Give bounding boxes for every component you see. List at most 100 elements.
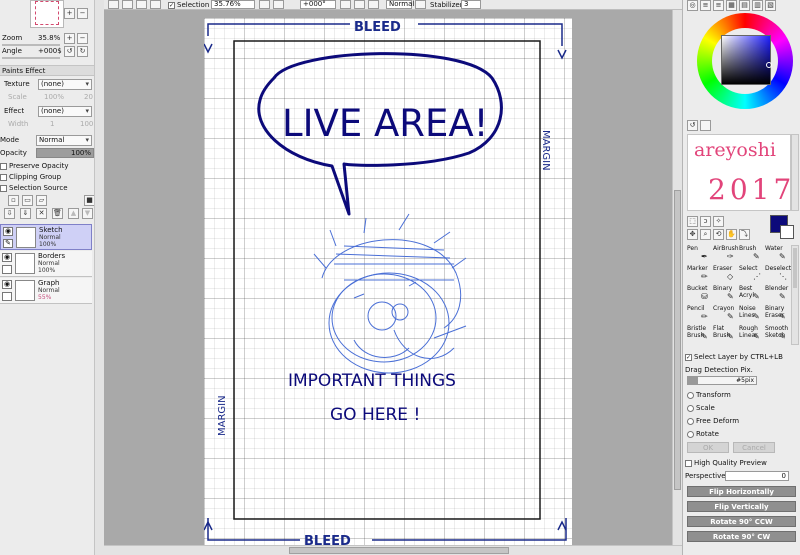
canvas-page[interactable]: BLEED BLEED MARGIN MARGIN LIVE AREA! IMP… [204,18,572,545]
selection-toggle[interactable]: ✓ Selection [168,0,209,10]
zoom-field[interactable]: 35.76% [211,0,255,9]
rotate-reset-icon[interactable] [354,0,365,9]
lock-box-icon[interactable] [2,292,12,301]
mode-select[interactable]: Normal [36,135,92,146]
move-tool-icon[interactable]: ✥ [687,229,698,240]
folder-icon[interactable]: ▱ [36,195,47,206]
color-grid-icon[interactable]: ▦ [726,0,737,11]
select-sub-icon[interactable] [150,0,161,9]
new-layer-icon[interactable]: ▫ [8,195,19,206]
palette-icon[interactable]: ▧ [765,0,776,11]
select-add-icon[interactable] [136,0,147,9]
effect-select[interactable]: (none) [38,106,92,117]
visibility-eye-icon[interactable]: ◉ [2,253,12,262]
high-quality-preview-option[interactable]: High Quality Preview [685,458,767,469]
tool-flat-brush[interactable]: Flat Brush ✎ [713,325,739,349]
user-swatch-icon[interactable]: ▤ [739,0,750,11]
scale-radio[interactable] [687,404,694,412]
merge-down-icon[interactable]: ⇓ [20,208,31,219]
layer-down-icon[interactable]: ▼ [82,208,93,219]
rotate-tool-icon[interactable]: ⟲ [713,229,724,240]
color-wheel-icon[interactable]: ◎ [687,0,698,11]
tool-grid-scroll-thumb[interactable] [793,248,797,288]
clear-layer-icon[interactable]: ✕ [36,208,47,219]
blend-mode-field[interactable]: Normal [386,0,414,9]
layer-up-icon[interactable]: ▲ [68,208,79,219]
horizontal-scroll-thumb[interactable] [289,547,509,554]
stabilizer-select[interactable]: 3 [461,0,481,9]
scratchpad-scrollbar[interactable] [791,134,799,211]
angle-field[interactable]: +000° [300,0,336,9]
rotate-cw-button[interactable]: Rotate 90° CW [687,531,796,542]
flip-horizontally-button[interactable]: Flip Horizontally [687,486,796,497]
drag-detection-slider[interactable]: #5pix [687,376,757,385]
navigator-thumbnail[interactable] [30,0,64,28]
zoom-out-button[interactable]: − [77,33,88,44]
canvas-area[interactable]: BLEED BLEED MARGIN MARGIN LIVE AREA! IMP… [104,10,682,545]
secondary-color-swatch[interactable] [780,225,794,239]
canvas-vertical-scrollbar[interactable] [672,10,682,545]
high-quality-preview-checkbox[interactable] [685,459,692,467]
magic-wand-icon[interactable]: ✧ [713,216,724,227]
layer-row-borders[interactable]: ◉ Borders Normal 100% [0,251,92,277]
eyedropper-icon[interactable]: ⤵ [739,229,750,240]
transparent-color-icon[interactable] [700,120,711,131]
zoom-value[interactable]: 35.8% [38,33,60,44]
preserve-opacity-option[interactable]: Preserve Opacity [0,161,69,172]
select-layer-checkbox[interactable]: ✓ [685,353,692,361]
saturation-value-square[interactable] [721,35,771,85]
tool-grid-scrollbar[interactable] [791,245,799,345]
hsv-slider-icon[interactable]: ≡ [713,0,724,11]
cancel-button[interactable]: Cancel [733,442,775,453]
hatching-icon[interactable] [415,0,426,9]
selection-checkbox[interactable]: ✓ [168,1,175,9]
rotate-right-button[interactable]: ↻ [77,46,88,57]
selection-tool-icon[interactable]: ⬚ [687,216,698,227]
left-panel-scrollbar[interactable] [94,0,104,555]
tool-smooth-sketch[interactable]: Smooth Sketch ✎ [765,325,791,349]
canvas-horizontal-scrollbar[interactable] [104,545,682,555]
preserve-opacity-checkbox[interactable] [0,162,7,170]
layer-row-graph[interactable]: ◉ Graph Normal 55% [0,278,92,304]
rotate-ccw-button[interactable]: Rotate 90° CCW [687,516,796,527]
angle-value[interactable]: +000$ [38,46,62,57]
rgb-slider-icon[interactable]: ≡ [700,0,711,11]
brush-lock-icon[interactable]: ✎ [3,239,13,248]
select-mode-icon[interactable] [122,0,133,9]
transform-option[interactable]: Transform [687,390,731,401]
angle-slider[interactable] [2,57,60,59]
hue-wheel[interactable] [697,13,793,109]
selection-source-option[interactable]: Selection Source [0,183,68,194]
zoom-in-button[interactable]: + [64,33,75,44]
perspective-field[interactable]: 0 [725,471,789,481]
free-deform-radio[interactable] [687,417,694,425]
texture-select[interactable]: (none) [38,79,92,90]
clipping-group-checkbox[interactable] [0,173,7,181]
rotate-left-button[interactable]: ↺ [64,46,75,57]
lock-box-icon[interactable] [2,265,12,274]
tool-rough-linear[interactable]: Rough Linear ✎ [739,325,765,349]
hand-tool-icon[interactable]: ✋ [726,229,737,240]
tool-bristle-brush[interactable]: Bristle Brush ✎ [687,325,713,349]
delete-layer-icon[interactable]: 🗑 [52,208,63,219]
transform-radio[interactable] [687,391,694,399]
select-layer-option[interactable]: ✓ Select Layer by CTRL+LB [685,352,783,363]
navigator-zoom-in-icon[interactable]: + [64,8,75,19]
selection-source-checkbox[interactable] [0,184,7,192]
paints-effect-header[interactable]: Paints Effect [0,65,94,76]
zoom-tool-icon[interactable]: ⌕ [700,229,711,240]
scale-option[interactable]: Scale [687,403,715,414]
rotate-option[interactable]: Rotate [687,429,719,440]
visibility-eye-icon[interactable]: ◉ [3,227,13,236]
zoom-plus-button[interactable] [273,0,284,9]
flip-vertically-button[interactable]: Flip Vertically [687,501,796,512]
zoom-minus-button[interactable] [259,0,270,9]
clipping-group-option[interactable]: Clipping Group [0,172,61,183]
vertical-scroll-thumb[interactable] [674,190,681,490]
new-layer-set-icon[interactable]: ▭ [22,195,33,206]
visibility-eye-icon[interactable]: ◉ [2,280,12,289]
flip-icon[interactable] [368,0,379,9]
lasso-tool-icon[interactable]: ↄ [700,216,711,227]
rotate-ccw-icon[interactable] [340,0,351,9]
scratchpad-icon[interactable]: ▥ [752,0,763,11]
